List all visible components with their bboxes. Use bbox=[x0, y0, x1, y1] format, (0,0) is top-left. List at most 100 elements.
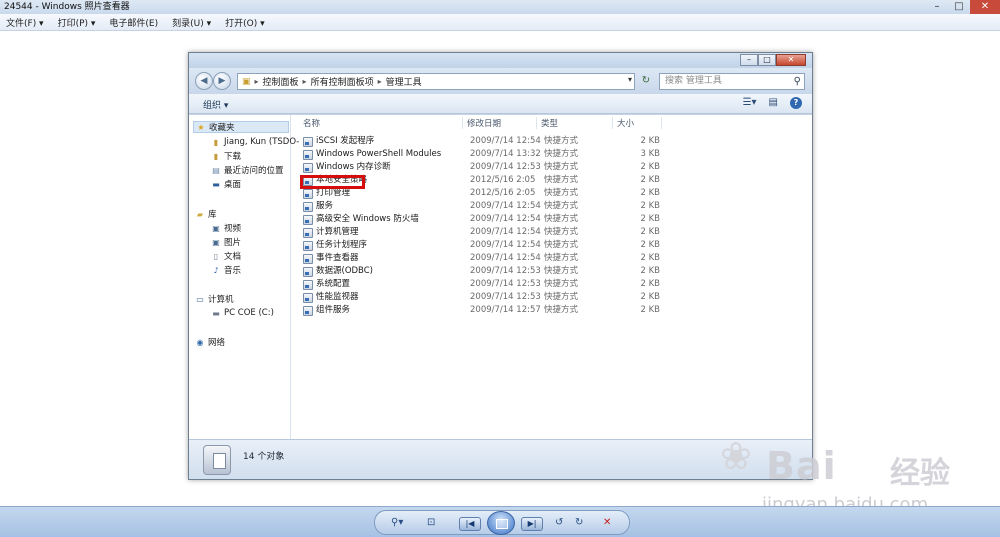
menu-email[interactable]: 电子邮件(E) bbox=[109, 16, 158, 29]
table-row[interactable]: iSCSI 发起程序 2009/7/14 12:54 快捷方式 2 KB bbox=[298, 135, 660, 148]
column-name[interactable]: 名称 bbox=[303, 117, 320, 129]
explorer-maximize-icon[interactable]: □ bbox=[758, 54, 776, 66]
nav-network[interactable]: ◉ 网络 bbox=[195, 336, 226, 349]
refresh-icon[interactable]: ↻ bbox=[639, 74, 653, 88]
shortcut-icon bbox=[303, 292, 313, 303]
explorer-close-icon[interactable]: ✕ bbox=[776, 54, 806, 66]
table-row[interactable]: 性能监视器 2009/7/14 12:53 快捷方式 2 KB bbox=[298, 291, 660, 304]
table-row[interactable]: 组件服务 2009/7/14 12:57 快捷方式 2 KB bbox=[298, 304, 660, 317]
table-row[interactable]: 服务 2009/7/14 12:54 快捷方式 2 KB bbox=[298, 200, 660, 213]
close-icon[interactable]: ✕ bbox=[970, 0, 1000, 14]
shortcut-icon bbox=[303, 279, 313, 290]
viewer-title: 24544 - Windows 照片查看器 bbox=[4, 2, 130, 12]
breadcrumb-all-items[interactable]: 所有控制面板项 bbox=[311, 75, 374, 88]
nav-item-user[interactable]: ▮ Jiang, Kun (TSDO- bbox=[211, 136, 300, 148]
search-input[interactable]: 搜索 管理工具 ⚲ bbox=[659, 73, 805, 90]
library-icon: ▰ bbox=[196, 209, 204, 219]
shortcut-icon bbox=[303, 227, 313, 238]
picture-icon: ▣ bbox=[212, 237, 220, 247]
viewer-menu-bar: 文件(F) ▾ 打印(P) ▾ 电子邮件(E) 刻录(U) ▾ 打开(O) ▾ bbox=[0, 14, 1000, 31]
nav-item-documents[interactable]: ▯ 文档 bbox=[211, 250, 241, 263]
back-icon[interactable]: ◀ bbox=[195, 72, 213, 90]
view-options-icon[interactable]: ☰▾ bbox=[743, 97, 757, 109]
column-size[interactable]: 大小 bbox=[617, 117, 634, 129]
breadcrumb-admin-tools[interactable]: 管理工具 bbox=[386, 75, 422, 88]
music-icon: ♪ bbox=[213, 265, 219, 275]
paw-logo-icon: ❀ bbox=[720, 434, 752, 478]
zoom-icon[interactable]: ⚲▾ bbox=[391, 516, 403, 530]
table-row[interactable]: 系统配置 2009/7/14 12:53 快捷方式 2 KB bbox=[298, 278, 660, 291]
drive-icon: ▬ bbox=[212, 308, 220, 318]
shortcut-icon bbox=[303, 149, 313, 160]
shortcut-icon bbox=[303, 253, 313, 264]
nav-item-downloads[interactable]: ▮ 下载 bbox=[211, 150, 241, 163]
explorer-body: ★ 收藏夹 ▮ Jiang, Kun (TSDO- ▮ 下载 ▤ 最近访问的位置… bbox=[189, 115, 812, 439]
table-row[interactable]: Windows PowerShell Modules 2009/7/14 13:… bbox=[298, 148, 660, 161]
preview-pane-icon[interactable]: ▤ bbox=[769, 97, 778, 109]
table-row[interactable]: 任务计划程序 2009/7/14 12:54 快捷方式 2 KB bbox=[298, 239, 660, 252]
viewer-controls: ⚲▾ ⊡ |◀ ▶| ↺ ↻ ✕ bbox=[374, 510, 630, 535]
rotate-right-icon[interactable]: ↻ bbox=[575, 516, 583, 530]
shortcut-icon bbox=[303, 136, 313, 147]
forward-icon[interactable]: ▶ bbox=[213, 72, 231, 90]
nav-item-desktop[interactable]: ▬ 桌面 bbox=[211, 178, 241, 191]
explorer-window-controls: – □ ✕ bbox=[740, 54, 806, 66]
breadcrumb-control-panel[interactable]: 控制面板 bbox=[263, 75, 299, 88]
menu-burn[interactable]: 刻录(U) ▾ bbox=[172, 16, 211, 29]
chevron-down-icon[interactable]: ▾ bbox=[628, 75, 632, 84]
folder-icon: ▣ bbox=[242, 76, 251, 87]
viewer-title-bar: 24544 - Windows 照片查看器 – □ ✕ bbox=[0, 0, 1000, 14]
organize-button[interactable]: 组织 ▾ bbox=[203, 98, 228, 111]
search-icon: ⚲ bbox=[793, 76, 801, 87]
table-row[interactable]: 高级安全 Windows 防火墙 2009/7/14 12:54 快捷方式 2 … bbox=[298, 213, 660, 226]
nav-computer[interactable]: ▭ 计算机 bbox=[195, 293, 233, 306]
table-row[interactable]: Windows 内存诊断 2009/7/14 12:53 快捷方式 2 KB bbox=[298, 161, 660, 174]
nav-item-pictures[interactable]: ▣ 图片 bbox=[211, 236, 241, 249]
nav-libraries[interactable]: ▰ 库 bbox=[195, 208, 217, 221]
explorer-title-bar: – □ ✕ bbox=[189, 53, 812, 67]
computer-icon: ▭ bbox=[196, 294, 204, 304]
column-type[interactable]: 类型 bbox=[541, 117, 558, 129]
delete-icon[interactable]: ✕ bbox=[603, 516, 611, 530]
address-bar[interactable]: ▣ ▸ 控制面板 ▸ 所有控制面板项 ▸ 管理工具 ▾ bbox=[237, 73, 635, 90]
shortcut-icon bbox=[303, 214, 313, 225]
admin-tools-icon bbox=[203, 445, 231, 475]
menu-print[interactable]: 打印(P) ▾ bbox=[58, 16, 96, 29]
command-bar-right: ☰▾ ▤ ? bbox=[743, 97, 802, 109]
watermark-brand: Bai bbox=[766, 444, 837, 488]
actual-size-icon[interactable]: ⊡ bbox=[427, 516, 435, 530]
nav-item-videos[interactable]: ▣ 视频 bbox=[211, 222, 241, 235]
slideshow-icon[interactable] bbox=[487, 511, 515, 535]
network-icon: ◉ bbox=[196, 337, 204, 347]
explorer-minimize-icon[interactable]: – bbox=[740, 54, 758, 66]
menu-file[interactable]: 文件(F) ▾ bbox=[6, 16, 44, 29]
video-icon: ▣ bbox=[212, 223, 220, 233]
shortcut-icon bbox=[303, 240, 313, 251]
watermark: ❀ Bai 经验 jingyan.baidu.com bbox=[720, 420, 960, 520]
nav-favorites[interactable]: ★ 收藏夹 bbox=[193, 121, 289, 133]
menu-open[interactable]: 打开(O) ▾ bbox=[225, 16, 265, 29]
status-bar: 14 个对象 bbox=[189, 439, 812, 479]
navigation-pane: ★ 收藏夹 ▮ Jiang, Kun (TSDO- ▮ 下载 ▤ 最近访问的位置… bbox=[189, 115, 299, 439]
nav-item-recent[interactable]: ▤ 最近访问的位置 bbox=[211, 164, 283, 177]
shortcut-icon bbox=[303, 162, 313, 173]
help-icon[interactable]: ? bbox=[790, 97, 802, 109]
explorer-window: – □ ✕ ◀ ▶ ▣ ▸ 控制面板 ▸ 所有控制面板项 ▸ 管理工具 ▾ ↻ … bbox=[188, 52, 813, 480]
shortcut-icon bbox=[303, 201, 313, 212]
shortcut-icon bbox=[303, 188, 313, 199]
viewer-window-controls: – □ ✕ bbox=[926, 0, 1000, 14]
viewer-control-bar: ⚲▾ ⊡ |◀ ▶| ↺ ↻ ✕ bbox=[0, 506, 1000, 537]
nav-item-music[interactable]: ♪ 音乐 bbox=[211, 264, 241, 277]
next-icon[interactable]: ▶| bbox=[521, 517, 543, 531]
table-row[interactable]: 事件查看器 2009/7/14 12:54 快捷方式 2 KB bbox=[298, 252, 660, 265]
table-row[interactable]: 数据源(ODBC) 2009/7/14 12:53 快捷方式 2 KB bbox=[298, 265, 660, 278]
recent-places-icon: ▤ bbox=[212, 165, 220, 175]
previous-icon[interactable]: |◀ bbox=[459, 517, 481, 531]
table-row[interactable]: 计算机管理 2009/7/14 12:54 快捷方式 2 KB bbox=[298, 226, 660, 239]
minimize-icon[interactable]: – bbox=[926, 0, 948, 14]
maximize-icon[interactable]: □ bbox=[948, 0, 970, 14]
rotate-left-icon[interactable]: ↺ bbox=[555, 516, 563, 530]
nav-item-drive-c[interactable]: ▬ PC COE (C:) bbox=[211, 307, 274, 319]
download-folder-icon: ▮ bbox=[213, 151, 219, 161]
column-date[interactable]: 修改日期 bbox=[467, 117, 501, 129]
